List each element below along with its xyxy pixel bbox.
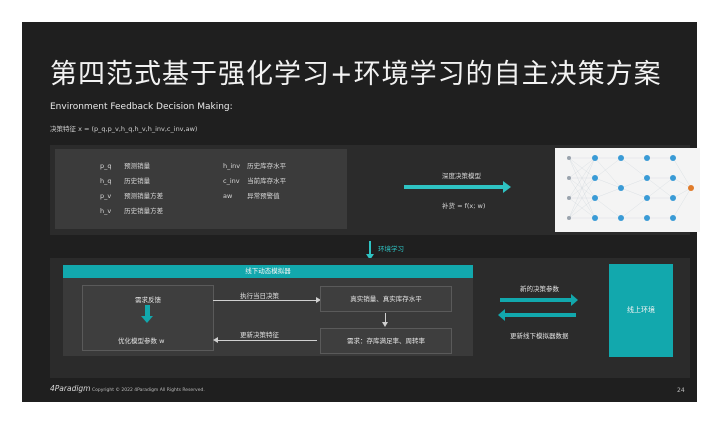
var-h-inv: h_inv 历史库存水平 — [223, 162, 287, 170]
update-features-label: 更新决策特征 — [240, 331, 279, 339]
copyright-text: Copyright © 2022 4Paradigm All Rights Re… — [92, 388, 205, 393]
neural-network-diagram — [555, 148, 700, 232]
new-params-arrow-icon — [500, 294, 578, 306]
real-sales-node: 真实销量、真实库存水平 — [320, 286, 452, 312]
execute-decision-label: 执行当日决策 — [240, 292, 279, 300]
demand-rates-node: 需求：存库满足率、周转率 — [320, 328, 452, 354]
deep-model-label: 深度决策模型 — [442, 172, 481, 180]
online-environment-box: 线上环境 — [609, 264, 673, 357]
small-down-arrow-icon — [382, 313, 388, 327]
var-p-q: p_q 预测销量 — [100, 162, 151, 170]
feature-variables-box: p_q 预测销量 h_q 历史销量 p_v 预测销量方差 h_v 历史销量方差 … — [55, 149, 347, 229]
page-number: 24 — [677, 387, 685, 394]
optimize-params-label: 优化模型参数 w — [118, 337, 165, 345]
neural-network-icon — [567, 155, 694, 221]
slide-title: 第四范式基于强化学习+环境学习的自主决策方案 — [50, 59, 662, 90]
var-aw: aw 异常预警值 — [223, 192, 280, 200]
company-logo: 4Paradigm — [50, 384, 91, 393]
var-c-inv: c_inv 当前库存水平 — [223, 177, 287, 185]
decision-feature-formula: 决策特征 x = (p_q,p_v,h_q,h_v,h_inv,c_inv,aw… — [50, 125, 198, 133]
update-features-arrow-icon — [213, 337, 317, 343]
score-function-label: 补货 = f(x; w) — [442, 202, 486, 210]
var-h-q: h_q 历史销量 — [100, 177, 151, 185]
right-arrow-icon — [404, 181, 511, 193]
update-sim-data-label: 更新线下模拟器数据 — [510, 332, 569, 340]
execute-decision-arrow-icon — [213, 297, 321, 303]
update-sim-arrow-icon — [498, 309, 576, 321]
down-arrow-icon — [141, 305, 153, 323]
env-learning-arrow-icon — [366, 241, 374, 260]
var-p-v: p_v 预测销量方差 — [100, 192, 164, 200]
slide-subtitle: Environment Feedback Decision Making: — [50, 102, 233, 112]
env-learning-label: 环境学习 — [378, 245, 404, 253]
var-h-v: h_v 历史销量方差 — [100, 207, 164, 215]
model-panel: p_q 预测销量 h_q 历史销量 p_v 预测销量方差 h_v 历史销量方差 … — [50, 145, 700, 235]
simulator-title: 线下动态模拟器 — [63, 265, 473, 278]
new-params-label: 新的决策参数 — [520, 285, 559, 293]
